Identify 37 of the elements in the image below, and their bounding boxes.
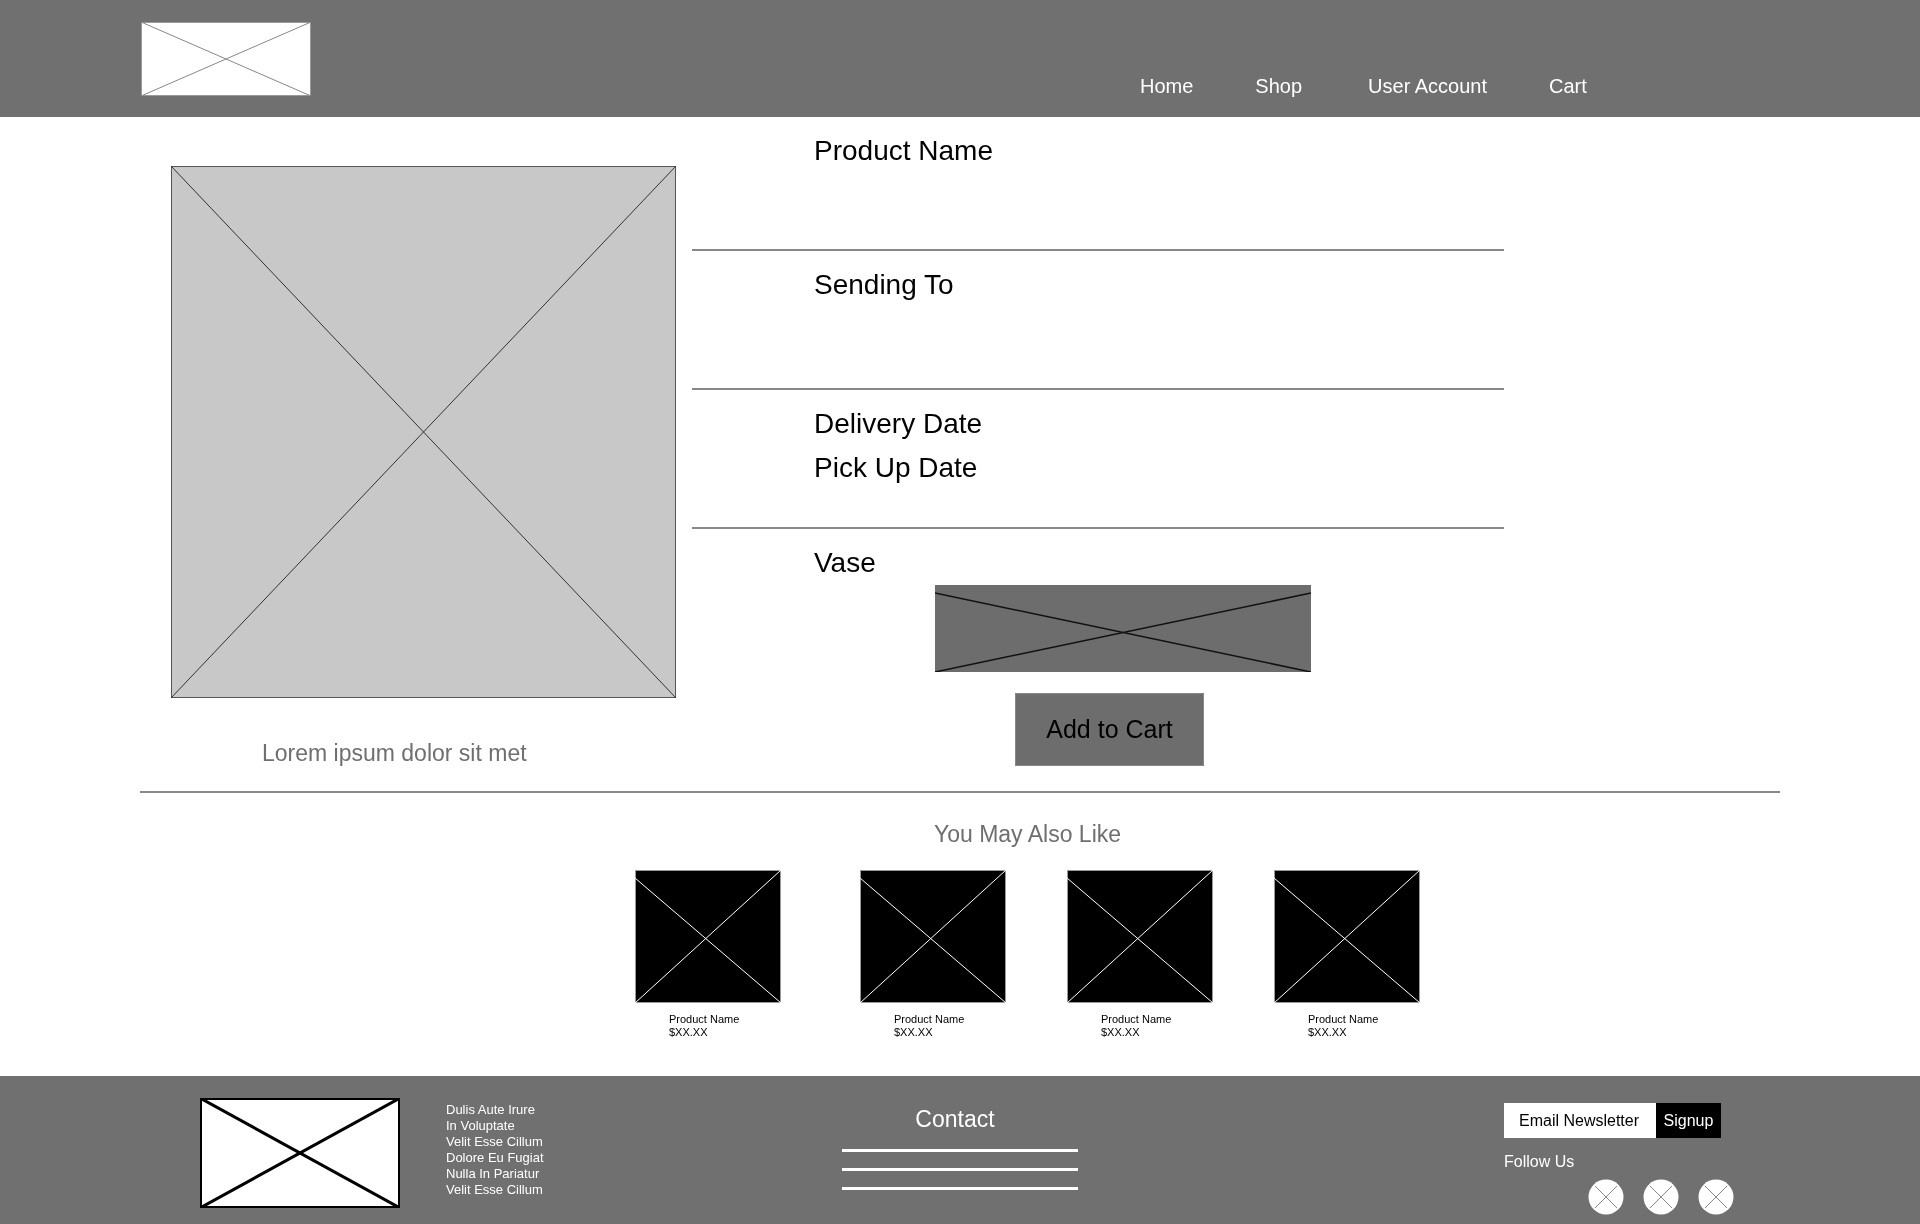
signup-button[interactable]: Signup — [1656, 1103, 1721, 1138]
section-label: Product Name — [814, 134, 994, 168]
email-field[interactable]: Email Newsletter — [1504, 1103, 1656, 1138]
product-price: $XX.XX — [669, 1026, 709, 1039]
product-price: $XX.XX — [1101, 1026, 1141, 1039]
contact-title: Contact — [915, 1106, 995, 1133]
product-name: Product Name — [894, 1013, 966, 1026]
nav-link[interactable]: User Account — [1368, 75, 1488, 98]
image-placeholder[interactable] — [1274, 870, 1420, 1003]
footer-link[interactable]: In Voluptate — [446, 1118, 746, 1134]
section-title: You May Also Like — [933, 821, 1122, 848]
footer-link[interactable]: Velit Esse Cillum — [446, 1134, 746, 1150]
footer-link[interactable]: Dulis Aute Irure — [446, 1102, 746, 1118]
footer-link[interactable]: Velit Esse Cillum — [446, 1182, 746, 1198]
follow-label: Follow Us — [1504, 1153, 1576, 1171]
section-label: Vase — [814, 546, 877, 580]
footer-link[interactable]: Nulla In Pariatur — [446, 1166, 746, 1182]
product-price: $XX.XX — [1308, 1026, 1348, 1039]
image-placeholder[interactable] — [1067, 870, 1213, 1003]
section-label: Pick Up Date — [814, 451, 979, 485]
product-name: Product Name — [1101, 1013, 1173, 1026]
image-caption: Lorem ipsum dolor sit met — [262, 740, 528, 767]
footer-link[interactable]: Dolore Eu Fugiat — [446, 1150, 746, 1166]
nav-link[interactable]: Home — [1140, 75, 1194, 98]
image-placeholder[interactable] — [635, 870, 781, 1003]
product-price: $XX.XX — [894, 1026, 934, 1039]
section-label: Delivery Date — [814, 407, 984, 441]
nav-link[interactable]: Cart — [1549, 75, 1587, 98]
circle-x-icon[interactable] — [1643, 1179, 1679, 1215]
circle-x-icon[interactable] — [1588, 1179, 1624, 1215]
circle-x-icon[interactable] — [1698, 1179, 1734, 1215]
add-to-cart-button[interactable]: Add to Cart — [1015, 693, 1204, 766]
nav-link[interactable]: Shop — [1255, 75, 1303, 98]
product-name: Product Name — [669, 1013, 741, 1026]
section-label: Sending To — [814, 268, 955, 302]
image-placeholder[interactable] — [860, 870, 1006, 1003]
product-name: Product Name — [1308, 1013, 1380, 1026]
